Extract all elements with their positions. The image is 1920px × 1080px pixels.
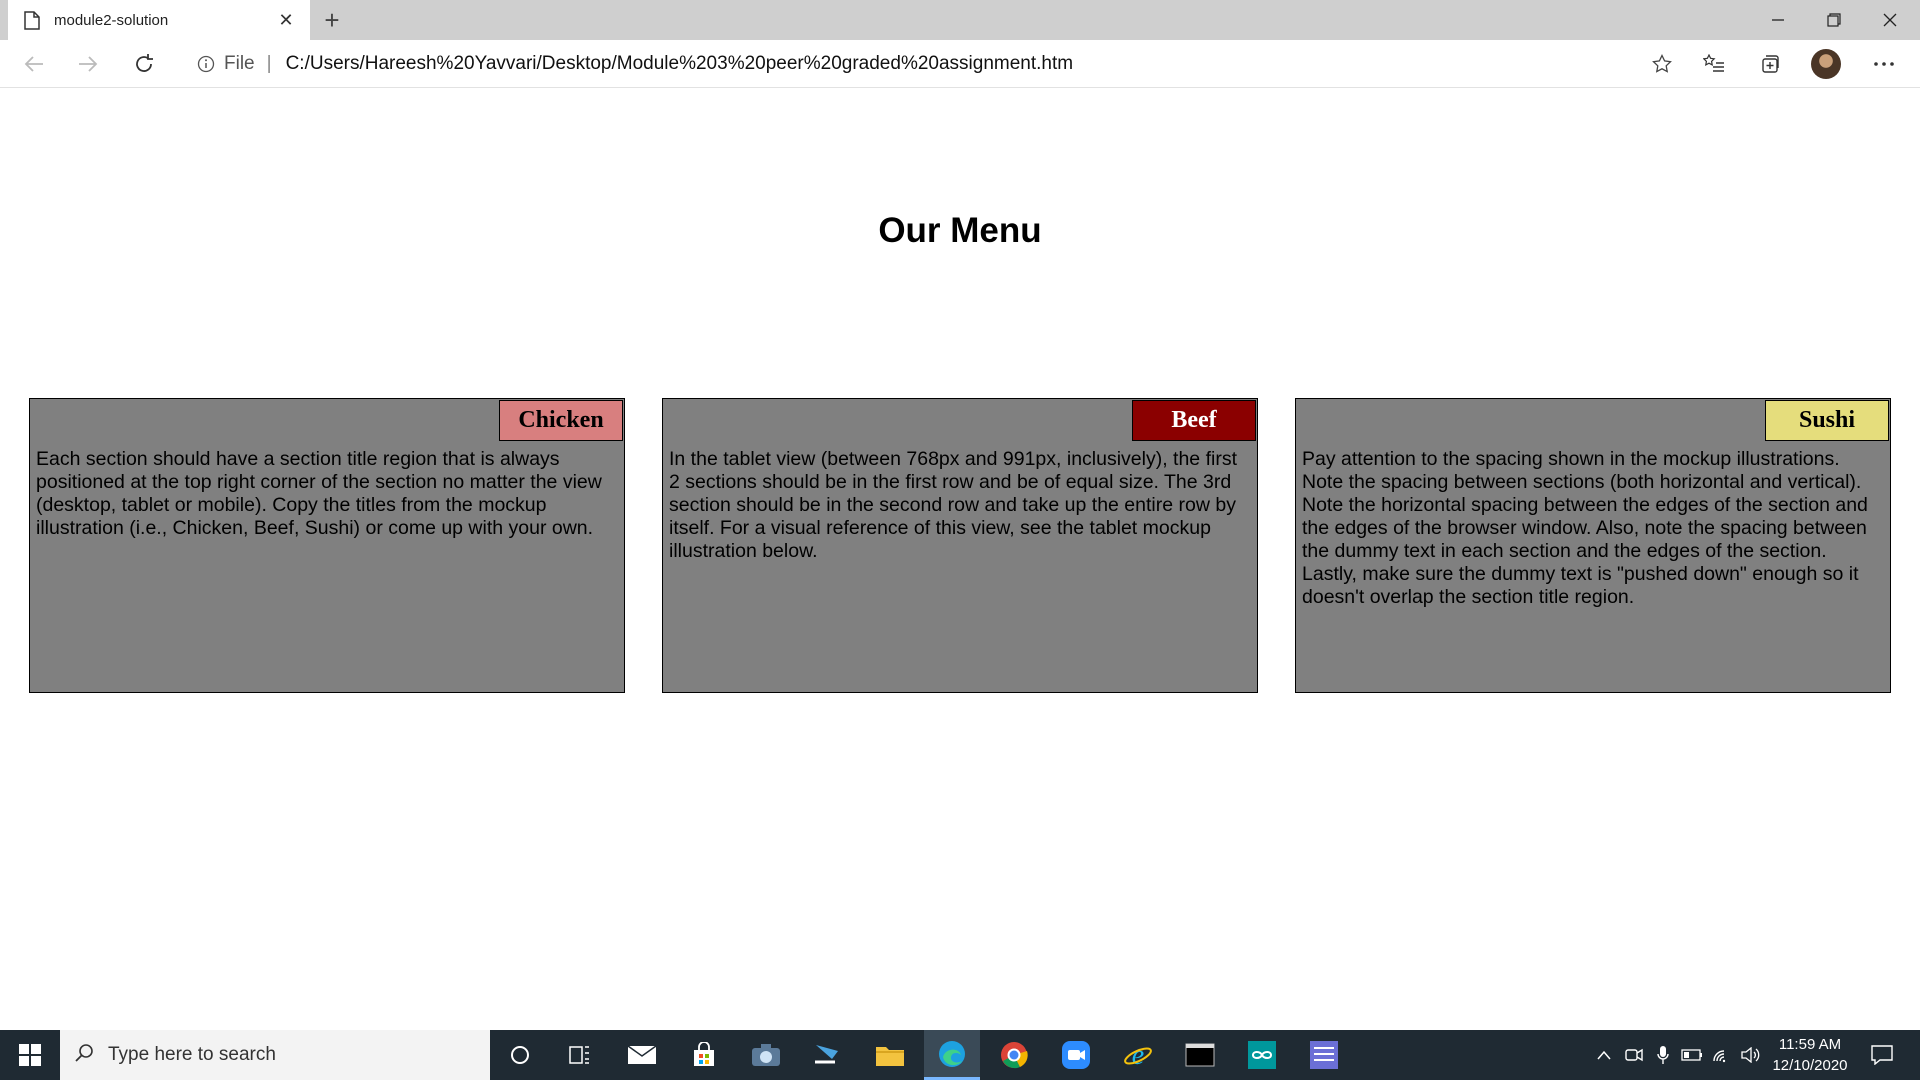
section-chicken: Chicken Each section should have a secti… — [29, 398, 625, 693]
browser-tab[interactable]: module2-solution ✕ — [8, 0, 310, 40]
cortana-icon[interactable] — [492, 1030, 548, 1080]
section-text: Pay attention to the spacing shown in th… — [1302, 448, 1868, 608]
clock-date: 12/10/2020 — [1772, 1057, 1848, 1074]
section-sushi: Sushi Pay attention to the spacing shown… — [1295, 398, 1891, 693]
close-window-icon[interactable] — [1862, 0, 1918, 40]
windows-start-icon[interactable] — [0, 1030, 60, 1080]
page-content: Our Menu Chicken Each section should hav… — [0, 89, 1920, 1030]
system-clock[interactable]: 11:59 AM 12/10/2020 — [1760, 1034, 1860, 1076]
address-separator: | — [266, 53, 272, 74]
section-title-badge: Chicken — [499, 400, 623, 441]
page-title: Our Menu — [878, 211, 1042, 250]
arduino-icon[interactable] — [1234, 1030, 1290, 1080]
section-title-badge: Beef — [1132, 400, 1256, 441]
close-tab-icon[interactable]: ✕ — [274, 10, 298, 31]
section-beef: Beef In the tablet view (between 768px a… — [662, 398, 1258, 693]
battery-icon[interactable] — [1678, 1030, 1706, 1080]
edge-browser-icon[interactable] — [924, 1030, 980, 1080]
scheme-label: File — [224, 53, 255, 74]
clock-time: 11:59 AM — [1778, 1036, 1842, 1053]
collections-icon[interactable] — [1752, 46, 1788, 82]
app-calculator-icon[interactable] — [1296, 1030, 1352, 1080]
store-icon[interactable] — [676, 1030, 732, 1080]
address-bar[interactable]: File | C:/Users/Hareesh%20Yavvari/Deskto… — [180, 46, 1680, 82]
favorite-star-icon[interactable] — [1644, 46, 1680, 82]
minimize-icon[interactable] — [1750, 0, 1806, 40]
favorites-list-icon[interactable] — [1696, 46, 1732, 82]
tab-title: module2-solution — [54, 11, 169, 29]
browser-toolbar: File | C:/Users/Hareesh%20Yavvari/Deskto… — [0, 40, 1920, 88]
taskbar: Type here to search e 11:59 AM 12/10/202… — [0, 1030, 1920, 1080]
svg-text:e: e — [1132, 1040, 1144, 1070]
chrome-icon[interactable] — [986, 1030, 1042, 1080]
back-arrow-icon[interactable] — [16, 46, 52, 82]
connect-app-icon[interactable] — [800, 1030, 856, 1080]
task-view-icon[interactable] — [552, 1030, 608, 1080]
forward-arrow-icon[interactable] — [70, 46, 106, 82]
search-placeholder: Type here to search — [108, 1044, 276, 1065]
meet-now-icon[interactable] — [1620, 1030, 1648, 1080]
wifi-icon[interactable] — [1708, 1030, 1736, 1080]
notifications-icon[interactable] — [1862, 1030, 1902, 1080]
show-hidden-icons-icon[interactable] — [1590, 1030, 1618, 1080]
info-icon[interactable] — [196, 54, 216, 74]
section-text: Each section should have a section title… — [36, 448, 602, 539]
internet-explorer-icon[interactable]: e — [1110, 1030, 1166, 1080]
microphone-icon[interactable] — [1650, 1030, 1676, 1080]
refresh-icon[interactable] — [126, 46, 162, 82]
new-tab-button[interactable]: + — [316, 4, 348, 36]
camera-icon[interactable] — [738, 1030, 794, 1080]
profile-avatar[interactable] — [1808, 46, 1844, 82]
restore-icon[interactable] — [1806, 0, 1862, 40]
search-icon — [74, 1043, 94, 1068]
section-text: In the tablet view (between 768px and 99… — [669, 448, 1237, 562]
file-explorer-icon[interactable] — [862, 1030, 918, 1080]
terminal-icon[interactable] — [1172, 1030, 1228, 1080]
browser-title-bar: module2-solution ✕ + — [0, 0, 1920, 40]
taskbar-search[interactable]: Type here to search — [60, 1030, 490, 1080]
more-options-icon[interactable] — [1866, 46, 1902, 82]
mail-icon[interactable] — [614, 1030, 670, 1080]
section-title-badge: Sushi — [1765, 400, 1889, 441]
url-text[interactable]: C:/Users/Hareesh%20Yavvari/Desktop/Modul… — [286, 53, 1644, 75]
zoom-icon[interactable] — [1048, 1030, 1104, 1080]
page-icon — [22, 10, 42, 30]
